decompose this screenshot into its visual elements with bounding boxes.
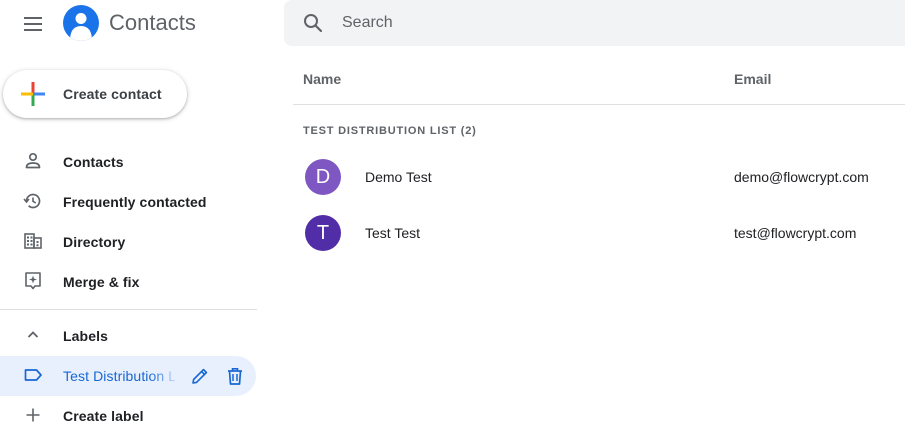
sidebar-item-label: Contacts xyxy=(63,154,124,170)
column-header-email[interactable]: Email xyxy=(734,69,771,89)
labels-section-title: Labels xyxy=(63,328,108,344)
chevron-up-icon xyxy=(27,331,39,338)
create-contact-label: Create contact xyxy=(63,86,162,102)
sidebar-item-frequently-contacted[interactable]: Frequently contacted xyxy=(0,182,256,222)
search-input[interactable] xyxy=(342,0,862,46)
create-label-button[interactable]: Create label xyxy=(0,396,256,436)
label-outline-icon xyxy=(24,369,42,381)
header-divider xyxy=(293,104,905,105)
sidebar-item-contacts[interactable]: Contacts xyxy=(0,142,256,182)
column-header-name[interactable]: Name xyxy=(303,69,341,89)
contact-email: demo@flowcrypt.com xyxy=(734,169,869,185)
sidebar-item-directory[interactable]: Directory xyxy=(0,222,256,262)
contact-row[interactable]: D Demo Test demo@flowcrypt.com xyxy=(293,149,905,205)
merge-fix-icon xyxy=(25,272,41,290)
contacts-logo-icon xyxy=(63,5,99,41)
person-outline-icon xyxy=(25,152,41,169)
avatar: T xyxy=(305,215,341,251)
edit-pencil-icon[interactable] xyxy=(189,365,211,387)
sidebar-item-label: Directory xyxy=(63,234,126,250)
colorful-plus-icon xyxy=(21,82,45,106)
trash-icon[interactable] xyxy=(224,365,246,387)
history-icon xyxy=(23,193,41,209)
sidebar-label-test-distribution-list[interactable]: Test Distribution List xyxy=(0,356,256,396)
labels-section-toggle[interactable]: Labels xyxy=(0,316,256,356)
label-text-fade xyxy=(150,356,180,396)
contact-name: Test Test xyxy=(365,225,420,241)
plus-icon xyxy=(26,408,40,422)
create-label-text: Create label xyxy=(63,408,144,424)
app-title: Contacts xyxy=(109,10,196,35)
group-title: TEST DISTRIBUTION LIST (2) xyxy=(303,125,477,137)
search-icon[interactable] xyxy=(301,11,325,35)
sidebar-item-label: Frequently contacted xyxy=(63,194,207,210)
hamburger-menu-icon xyxy=(24,17,42,31)
directory-building-icon xyxy=(24,233,42,249)
avatar: D xyxy=(305,159,341,195)
sidebar-item-label: Merge & fix xyxy=(63,274,140,290)
sidebar-item-merge-fix[interactable]: Merge & fix xyxy=(0,262,256,302)
sidebar-divider xyxy=(0,309,257,310)
contact-email: test@flowcrypt.com xyxy=(734,225,857,241)
create-contact-button[interactable]: Create contact xyxy=(3,70,187,118)
contact-row[interactable]: T Test Test test@flowcrypt.com xyxy=(293,205,905,261)
main-menu-button[interactable] xyxy=(21,12,45,36)
search-bar[interactable] xyxy=(284,0,905,46)
contact-name: Demo Test xyxy=(365,169,432,185)
